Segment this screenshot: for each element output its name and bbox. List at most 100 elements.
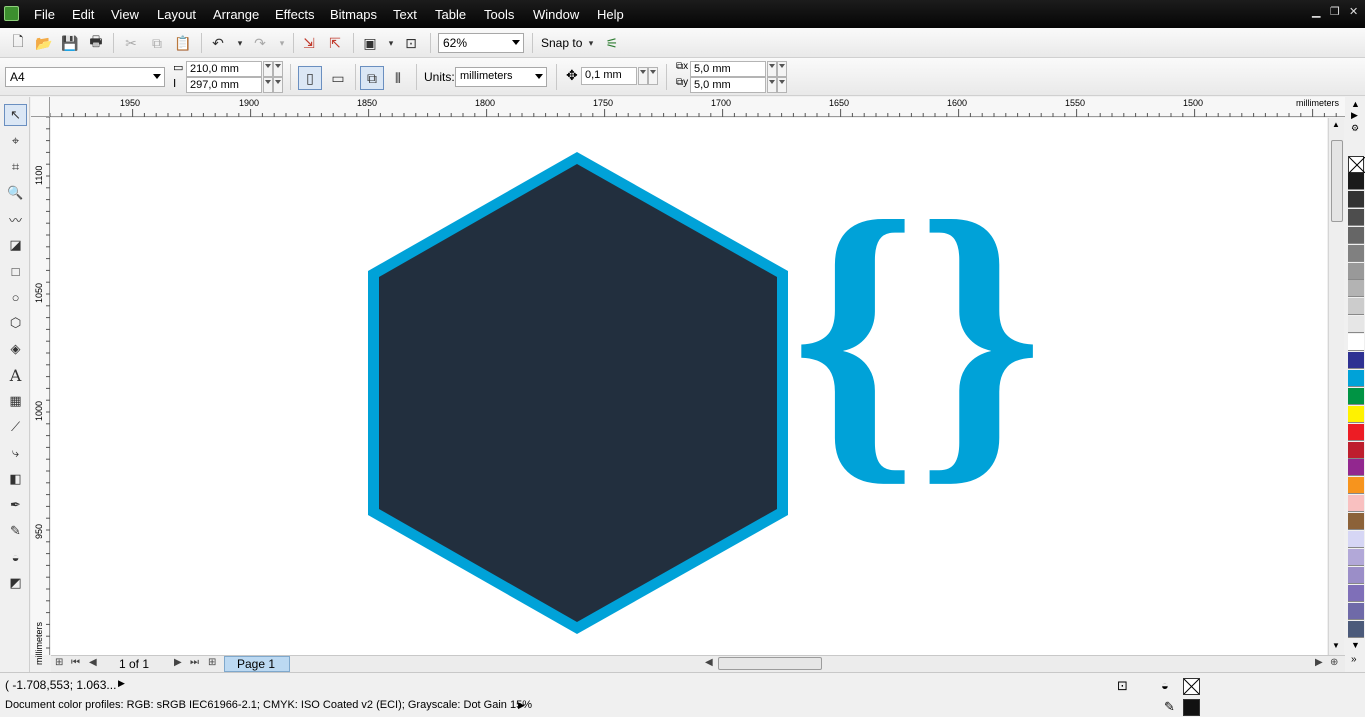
- outline-color-swatch[interactable]: [1183, 699, 1200, 716]
- print-icon[interactable]: 🖶: [86, 33, 106, 53]
- palette-swatch[interactable]: [1348, 548, 1364, 566]
- palette-swatch[interactable]: [1348, 566, 1364, 584]
- snap-to-button[interactable]: Snap to: [541, 36, 582, 50]
- menu-bitmaps[interactable]: Bitmaps: [330, 7, 377, 22]
- pick-tool-icon[interactable]: ↖: [4, 104, 27, 126]
- fill-bucket-icon[interactable]: ◒: [4, 546, 27, 568]
- palette-swatch[interactable]: [1348, 531, 1364, 548]
- snap-dropdown-icon[interactable]: ▾: [581, 33, 601, 53]
- palette-menu-icon[interactable]: ▶: [1351, 110, 1358, 121]
- palette-swatch[interactable]: [1348, 423, 1364, 441]
- color-proof-icon[interactable]: ⊡: [1117, 678, 1128, 694]
- cut-icon[interactable]: ✂: [121, 33, 141, 53]
- scroll-right-icon[interactable]: ▶: [1315, 657, 1323, 668]
- palette-swatch[interactable]: [1348, 298, 1364, 316]
- new-document-icon[interactable]: 🗋: [8, 33, 28, 53]
- palette-swatch[interactable]: [1348, 244, 1364, 262]
- horizontal-scroll-thumb[interactable]: [718, 657, 822, 670]
- dup-x-spinner-alt[interactable]: [777, 61, 787, 77]
- palette-swatch[interactable]: [1348, 441, 1364, 459]
- menu-view[interactable]: View: [111, 7, 139, 22]
- import-icon[interactable]: ⇲: [299, 33, 319, 53]
- palette-swatch[interactable]: [1348, 334, 1364, 352]
- zoom-level-select[interactable]: 62%: [438, 33, 524, 53]
- menu-file[interactable]: File: [34, 7, 55, 22]
- palette-swatch[interactable]: [1348, 173, 1364, 190]
- redo-icon[interactable]: ↷: [250, 33, 270, 53]
- coordinates-arrow-icon[interactable]: ▶: [118, 678, 125, 689]
- all-pages-icon[interactable]: ⧉: [360, 66, 384, 90]
- menu-arrange[interactable]: Arrange: [213, 7, 259, 22]
- text-tool-icon[interactable]: A: [4, 364, 27, 386]
- vertical-scroll-thumb[interactable]: [1331, 140, 1343, 222]
- profiles-arrow-icon[interactable]: ▶: [518, 700, 525, 711]
- palette-swatch[interactable]: [1348, 280, 1364, 298]
- paste-icon[interactable]: 📋: [173, 33, 193, 53]
- page-tab[interactable]: Page 1: [224, 656, 290, 672]
- rectangle-tool-icon[interactable]: □: [4, 260, 27, 282]
- page-size-select[interactable]: A4: [5, 67, 165, 87]
- save-icon[interactable]: 💾: [60, 33, 80, 53]
- blend-tool-icon[interactable]: ◧: [4, 468, 27, 490]
- dup-x-spinner[interactable]: [767, 61, 777, 77]
- palette-swatch[interactable]: [1348, 352, 1364, 369]
- add-page-after-icon[interactable]: ⊞: [208, 657, 216, 668]
- undo-icon[interactable]: ↶: [208, 33, 228, 53]
- page-height-field[interactable]: 297,0 mm: [186, 77, 262, 93]
- palette-swatch[interactable]: [1348, 495, 1364, 513]
- nudge-spinner[interactable]: [638, 67, 648, 85]
- duplicate-x-field[interactable]: 5,0 mm: [690, 61, 766, 77]
- launcher-dropdown-icon[interactable]: ▾: [381, 33, 401, 53]
- menu-layout[interactable]: Layout: [157, 7, 196, 22]
- dup-y-spinner[interactable]: [767, 77, 777, 93]
- palette-swatch[interactable]: [1348, 513, 1364, 531]
- redo-dropdown-icon[interactable]: ▾: [272, 33, 292, 53]
- connector-tool-icon[interactable]: ⤷: [4, 442, 27, 464]
- palette-expand-icon[interactable]: »: [1351, 654, 1357, 665]
- polygon-tool-icon[interactable]: ⬡: [4, 312, 27, 334]
- portrait-icon[interactable]: ▯: [298, 66, 322, 90]
- menu-tools[interactable]: Tools: [484, 7, 514, 22]
- height-spinner-alt[interactable]: [273, 77, 283, 93]
- units-select[interactable]: millimeters: [455, 67, 547, 87]
- height-spinner[interactable]: [263, 77, 273, 93]
- first-page-icon[interactable]: ⏮: [71, 657, 80, 668]
- application-launcher-icon[interactable]: ▣: [360, 33, 380, 53]
- page-width-field[interactable]: 210,0 mm: [186, 61, 262, 77]
- landscape-icon[interactable]: ▭: [326, 66, 350, 90]
- palette-swatch[interactable]: [1348, 208, 1364, 226]
- next-page-icon[interactable]: ▶: [174, 657, 182, 668]
- shape-tool-icon[interactable]: ⌖: [4, 130, 27, 152]
- palette-swatch[interactable]: [1348, 226, 1364, 244]
- palette-swatch[interactable]: [1348, 602, 1364, 620]
- add-page-icon[interactable]: ⊞: [55, 657, 63, 668]
- last-page-icon[interactable]: ⏭: [190, 657, 199, 668]
- export-icon[interactable]: ⇱: [325, 33, 345, 53]
- color-profiles[interactable]: Document color profiles: RGB: sRGB IEC61…: [5, 699, 532, 711]
- scroll-down-icon[interactable]: ▼: [1332, 641, 1340, 650]
- minimize-icon[interactable]: ▁: [1312, 5, 1320, 18]
- nudge-distance-field[interactable]: 0,1 mm: [581, 67, 637, 85]
- fill-color-swatch[interactable]: [1183, 678, 1200, 695]
- close-icon[interactable]: ✕: [1349, 5, 1358, 18]
- duplicate-y-field[interactable]: 5,0 mm: [690, 77, 766, 93]
- menu-window[interactable]: Window: [533, 7, 579, 22]
- table-tool-icon[interactable]: ▦: [4, 390, 27, 412]
- basic-shapes-icon[interactable]: ◈: [4, 338, 27, 360]
- welcome-screen-icon[interactable]: ⊡: [401, 33, 421, 53]
- palette-swatch[interactable]: [1348, 477, 1364, 495]
- scroll-up-icon[interactable]: ▲: [1332, 120, 1340, 129]
- menu-text[interactable]: Text: [393, 7, 417, 22]
- palette-swatch[interactable]: [1348, 459, 1364, 477]
- open-folder-icon[interactable]: 📂: [34, 33, 54, 53]
- width-spinner-alt[interactable]: [273, 61, 283, 77]
- copy-icon[interactable]: ⧉: [147, 33, 167, 53]
- palette-swatch[interactable]: [1348, 369, 1364, 387]
- zoom-navigator-icon[interactable]: ⊕: [1330, 657, 1338, 668]
- palette-swatch[interactable]: [1348, 405, 1364, 423]
- eyedropper-icon[interactable]: ✒: [4, 494, 27, 516]
- outline-pen-icon[interactable]: ✎: [4, 520, 27, 542]
- palette-swatch[interactable]: [1348, 190, 1364, 208]
- palette-swatch[interactable]: [1348, 387, 1364, 405]
- drawing-canvas[interactable]: {}: [51, 118, 1327, 655]
